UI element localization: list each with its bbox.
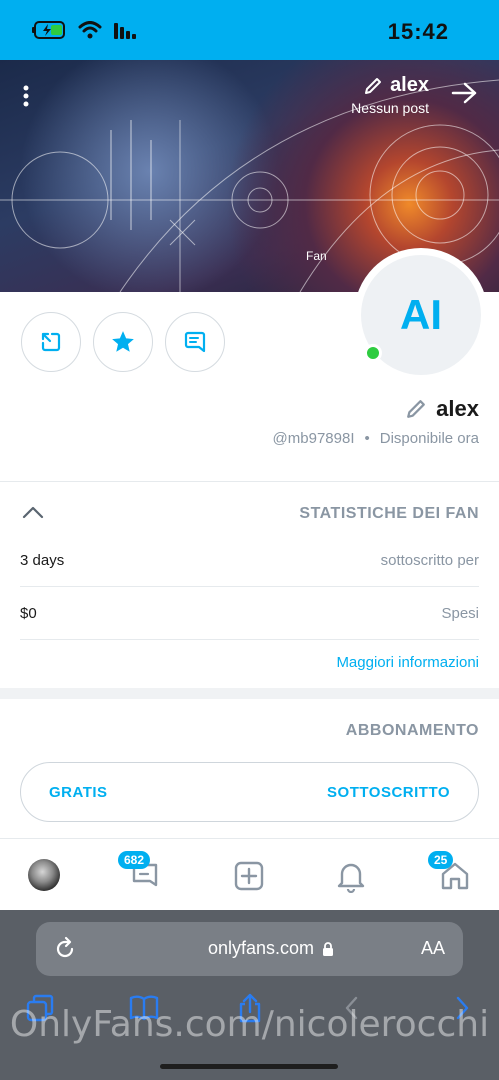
back-arrow-icon[interactable] <box>451 82 477 109</box>
profile-name: alex <box>436 396 479 421</box>
profile-handle-row: @mb97898I • Disponibile ora <box>273 430 479 447</box>
divider <box>20 639 479 640</box>
cover-username: alex <box>390 74 429 96</box>
lock-icon <box>323 941 334 956</box>
favorite-button[interactable] <box>93 312 153 372</box>
section-separator <box>0 688 499 699</box>
url-text-row: onlyfans.com <box>208 938 334 959</box>
fan-stats-title: STATISTICHE DEI FAN <box>299 505 479 522</box>
availability-status: Disponibile ora <box>379 430 479 447</box>
signal-icon <box>114 23 136 39</box>
star-icon <box>112 331 134 352</box>
url-bar[interactable]: onlyfans.com AA <box>36 922 463 976</box>
home-indicator <box>160 1064 338 1069</box>
fan-label: Fan <box>306 249 327 263</box>
add-post-icon <box>234 861 264 891</box>
text-size-button[interactable]: AA <box>421 938 445 959</box>
divider <box>0 481 499 482</box>
stat-row-subscribed: 3 days sottoscritto per <box>20 534 479 586</box>
nav-profile-avatar[interactable] <box>28 859 60 891</box>
cover-name-row: alex <box>351 74 429 97</box>
avatar[interactable]: AI <box>354 248 488 382</box>
pencil-icon[interactable] <box>406 399 426 419</box>
stat-row-spent: $0 Spesi <box>20 587 479 639</box>
subscribed-button[interactable]: GRATIS SOTTOSCRITTO <box>20 762 479 822</box>
status-bar: 15:42 <box>0 0 499 60</box>
subscription-title: ABBONAMENTO <box>345 722 479 739</box>
profile-handle: @mb97898I <box>272 430 355 447</box>
browser-chrome: onlyfans.com AA <box>0 910 499 1080</box>
cover-post-count: Nessun post <box>351 100 429 116</box>
watermark: OnlyFans.com/nicolerocchi <box>9 1004 490 1045</box>
cover-user-info: alex Nessun post <box>351 74 429 116</box>
nav-home[interactable]: 25 <box>428 851 472 893</box>
nav-add-post[interactable] <box>232 859 266 893</box>
wifi-icon <box>78 21 102 39</box>
menu-dots-icon[interactable] <box>22 84 30 113</box>
bell-icon <box>337 863 365 894</box>
chevron-up-icon[interactable] <box>22 505 44 524</box>
subscription-status: SOTTOSCRITTO <box>327 783 450 801</box>
nav-notifications[interactable] <box>334 859 368 894</box>
battery-icon <box>32 21 65 39</box>
share-button[interactable] <box>21 312 81 372</box>
status-time: 15:42 <box>387 19 449 44</box>
home-badge: 25 <box>428 851 454 869</box>
stat-value: 3 days <box>20 551 65 569</box>
more-info-link[interactable]: Maggiori informazioni <box>336 654 479 671</box>
bottom-nav: 682 25 <box>0 838 499 910</box>
url-text: onlyfans.com <box>208 938 315 958</box>
nav-messages[interactable]: 682 <box>118 851 162 893</box>
stat-label: sottoscritto per <box>380 551 479 569</box>
message-icon <box>184 331 206 353</box>
pencil-icon[interactable] <box>364 77 382 95</box>
stat-value: $0 <box>20 604 37 622</box>
message-button[interactable] <box>165 312 225 372</box>
status-icons <box>32 21 138 39</box>
stat-label: Spesi <box>441 604 479 622</box>
messages-badge: 682 <box>118 851 151 869</box>
separator-dot: • <box>364 430 370 447</box>
online-indicator <box>364 344 382 362</box>
subscription-price: GRATIS <box>49 783 108 801</box>
share-icon <box>41 332 61 352</box>
profile-name-row: alex <box>406 396 479 422</box>
reload-icon[interactable] <box>52 936 78 967</box>
